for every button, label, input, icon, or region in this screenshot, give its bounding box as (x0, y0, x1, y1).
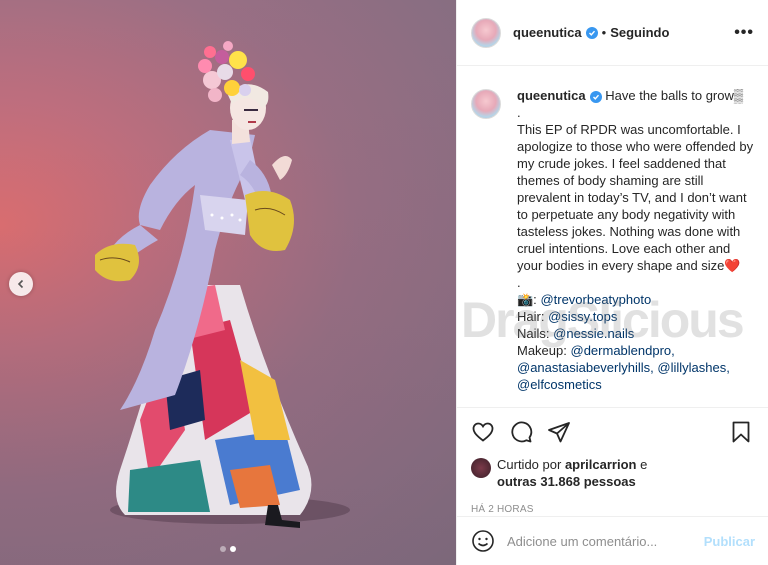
mention-makeup-4[interactable]: @elfcosmetics (517, 377, 602, 392)
likes-summary: Curtido por aprilcarrion e outras 31.868… (471, 456, 755, 490)
red-heart-emoji: ❤️ (724, 258, 741, 273)
post-header: queenutica • Seguindo ••• (457, 0, 768, 66)
camera-emoji: 📸: (517, 292, 537, 307)
comment-composer: Publicar (457, 516, 768, 565)
carousel-dot-active (230, 546, 236, 552)
caption-line: . (517, 275, 521, 290)
likes-prefix: Curtido por (497, 457, 562, 472)
caption-paragraph: This EP of RPDR was uncomfortable. I apo… (517, 122, 754, 273)
avatar[interactable] (471, 17, 501, 48)
comment-icon[interactable] (509, 419, 535, 445)
nails-label: Nails: (517, 326, 550, 341)
caption-line: . (517, 105, 521, 120)
mention-nails[interactable]: @nessie.nails (553, 326, 634, 341)
mention-makeup-1[interactable]: @dermablendpro, (571, 343, 675, 358)
caption: queenutica Have the balls to grow▒ . Thi… (471, 87, 755, 393)
ellipsis-icon[interactable]: ••• (734, 24, 754, 42)
caption-scroll-area[interactable]: queenutica Have the balls to grow▒ . Thi… (457, 67, 768, 407)
chevron-left-icon (17, 279, 24, 289)
post-username[interactable]: queenutica (513, 25, 582, 40)
post-timestamp[interactable]: HÁ 2 HORAS (471, 504, 755, 515)
separator-bullet: • (601, 25, 607, 40)
mention-photo[interactable]: @trevorbeatyphoto (540, 292, 651, 307)
verified-badge-icon (589, 91, 602, 103)
hair-label: Hair: (517, 309, 545, 324)
carousel-prev-button[interactable] (9, 272, 33, 296)
mention-hair[interactable]: @sissy.tops (548, 309, 617, 324)
verified-badge-icon (585, 26, 598, 39)
caption-line: Have the balls to grow▒ (605, 88, 744, 103)
likes-others[interactable]: outras 31.868 pessoas (497, 474, 636, 489)
follow-button[interactable]: Seguindo (610, 25, 669, 40)
drag-queen-photo (95, 41, 350, 528)
action-bar (471, 408, 755, 456)
bookmark-icon[interactable] (729, 419, 755, 445)
carousel-indicator (0, 546, 456, 552)
caption-text: queenutica Have the balls to grow▒ . Thi… (517, 87, 755, 393)
likes-connector: e (640, 457, 648, 472)
caption-username[interactable]: queenutica (517, 88, 586, 103)
likes-text: Curtido por aprilcarrion e outras 31.868… (497, 456, 647, 490)
carousel-dot (220, 546, 226, 552)
post-image[interactable] (0, 0, 456, 565)
makeup-label: Makeup: (517, 343, 567, 358)
liker-username[interactable]: aprilcarrion (565, 457, 637, 472)
paper-plane-icon[interactable] (547, 419, 573, 445)
post-actions: Curtido por aprilcarrion e outras 31.868… (457, 407, 768, 515)
heart-icon[interactable] (471, 419, 497, 445)
liker-avatar[interactable] (471, 458, 491, 478)
mention-makeup-2[interactable]: @anastasiabeverlyhills, (517, 360, 654, 375)
smiley-icon[interactable] (471, 529, 495, 553)
post-side-panel: queenutica • Seguindo ••• queenutica Hav… (456, 0, 768, 565)
publish-button[interactable]: Publicar (704, 534, 755, 549)
comment-input[interactable] (507, 533, 696, 549)
caption-avatar[interactable] (471, 89, 501, 119)
mention-makeup-3[interactable]: @lillylashes, (657, 360, 729, 375)
